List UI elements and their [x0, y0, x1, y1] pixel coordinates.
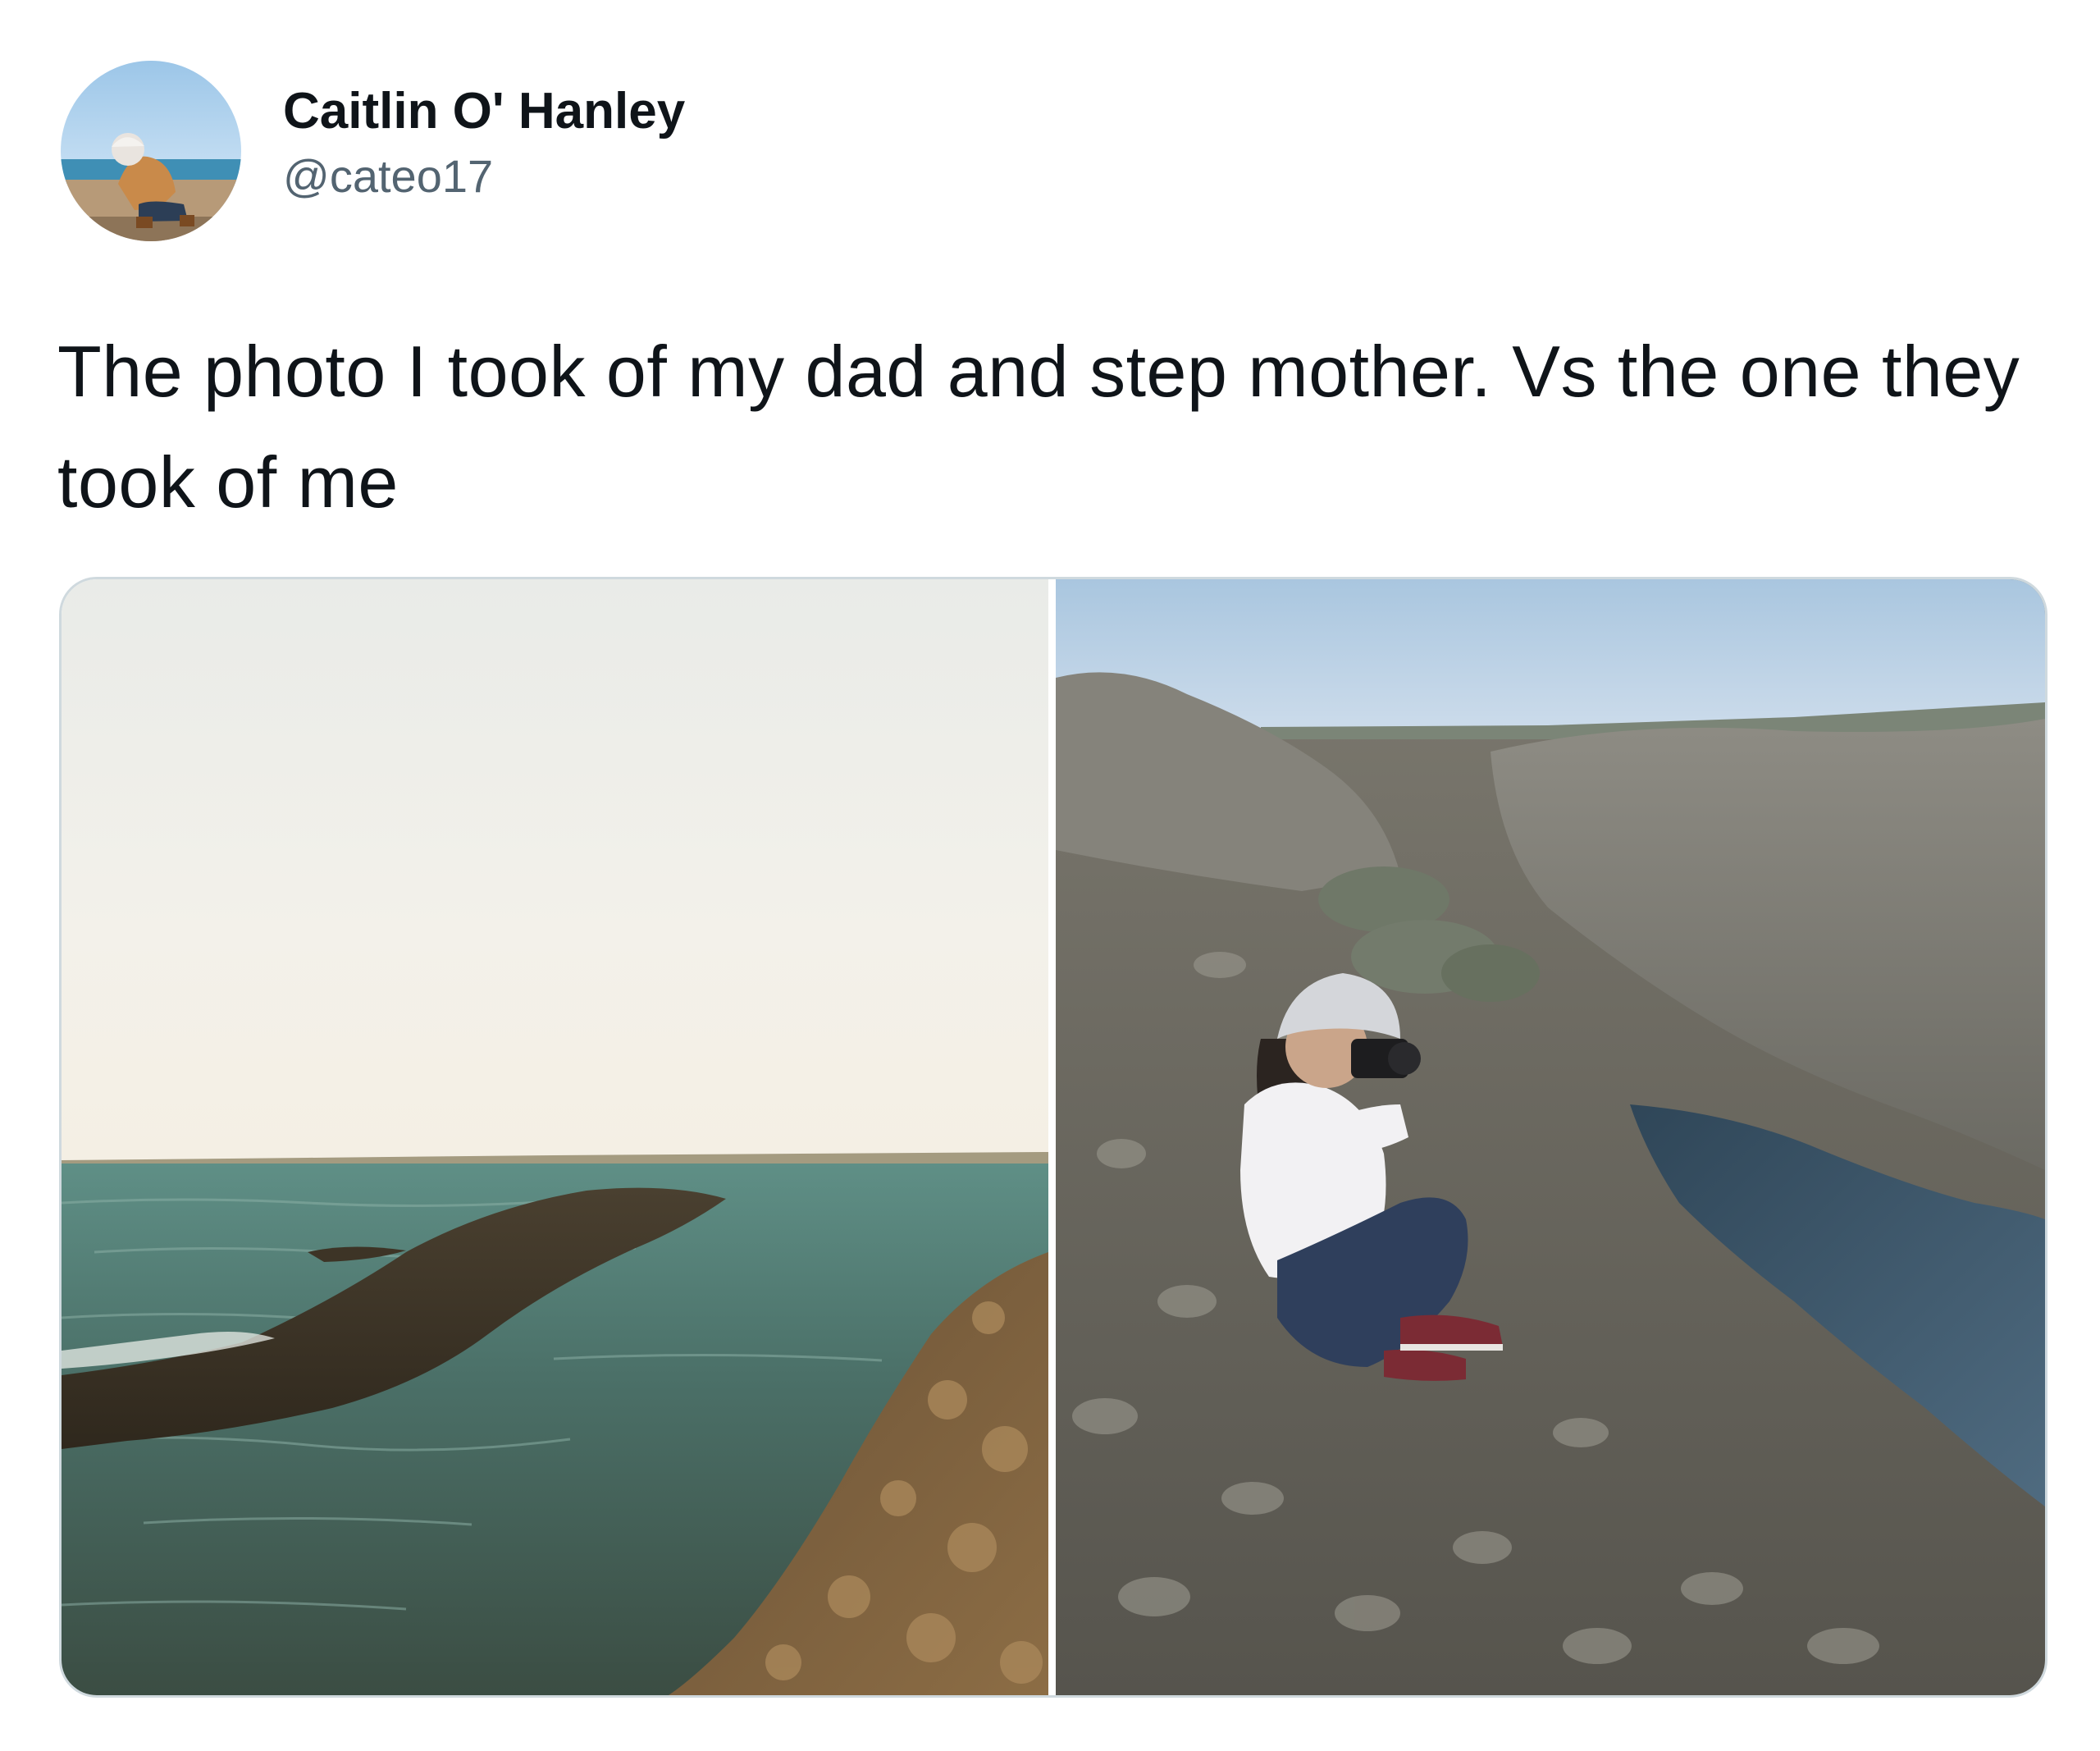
photo-woman-with-camera-on-rocks-icon	[1056, 579, 2045, 1695]
tweet: Caitlin O' Hanley @cateo17 The photo I t…	[0, 0, 2100, 1751]
profile-photo-icon	[61, 61, 241, 241]
author-display-name[interactable]: Caitlin O' Hanley	[283, 82, 685, 141]
tweet-text: The photo I took of my dad and step moth…	[57, 331, 2020, 523]
photo-sea-and-rocks-icon	[62, 579, 1048, 1695]
author-handle[interactable]: @cateo17	[283, 149, 685, 203]
tweet-media	[59, 577, 2048, 1698]
media-photo-right[interactable]	[1056, 579, 2045, 1695]
avatar[interactable]	[61, 61, 241, 241]
tweet-author: Caitlin O' Hanley @cateo17	[283, 82, 685, 203]
media-photo-left[interactable]	[62, 579, 1048, 1695]
